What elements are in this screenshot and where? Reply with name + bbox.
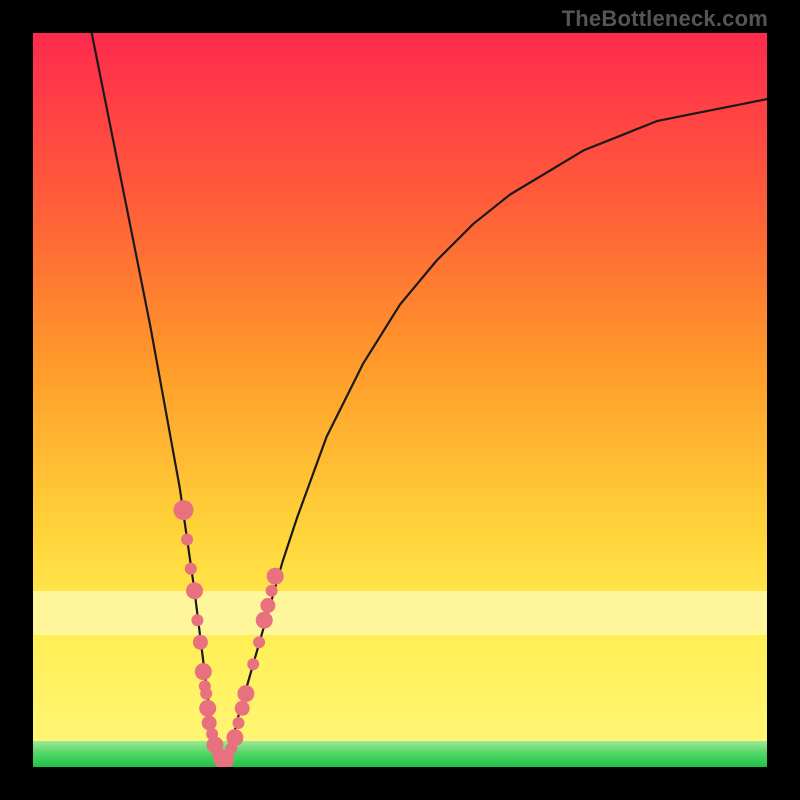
chart-frame: TheBottleneck.com xyxy=(0,0,800,800)
sample-point xyxy=(202,716,217,731)
sample-point xyxy=(185,563,197,575)
bottleneck-curve xyxy=(92,33,767,760)
sample-point xyxy=(266,585,278,597)
sample-point xyxy=(181,534,193,546)
sample-point xyxy=(174,500,194,520)
sample-point xyxy=(253,636,265,648)
sample-point xyxy=(199,700,216,717)
sample-point xyxy=(226,729,243,746)
sample-point xyxy=(186,582,203,599)
sample-point xyxy=(193,635,208,650)
curve-layer xyxy=(33,33,767,767)
sample-point xyxy=(260,598,275,613)
sample-point xyxy=(256,612,273,629)
sample-point xyxy=(237,685,254,702)
sample-point xyxy=(200,688,212,700)
sample-point xyxy=(191,614,203,626)
watermark-text: TheBottleneck.com xyxy=(562,6,768,32)
sample-point xyxy=(235,701,250,716)
sample-point xyxy=(233,717,245,729)
sample-point xyxy=(195,663,212,680)
plot-area xyxy=(33,33,767,767)
sample-point xyxy=(247,658,259,670)
sample-point xyxy=(267,568,284,585)
